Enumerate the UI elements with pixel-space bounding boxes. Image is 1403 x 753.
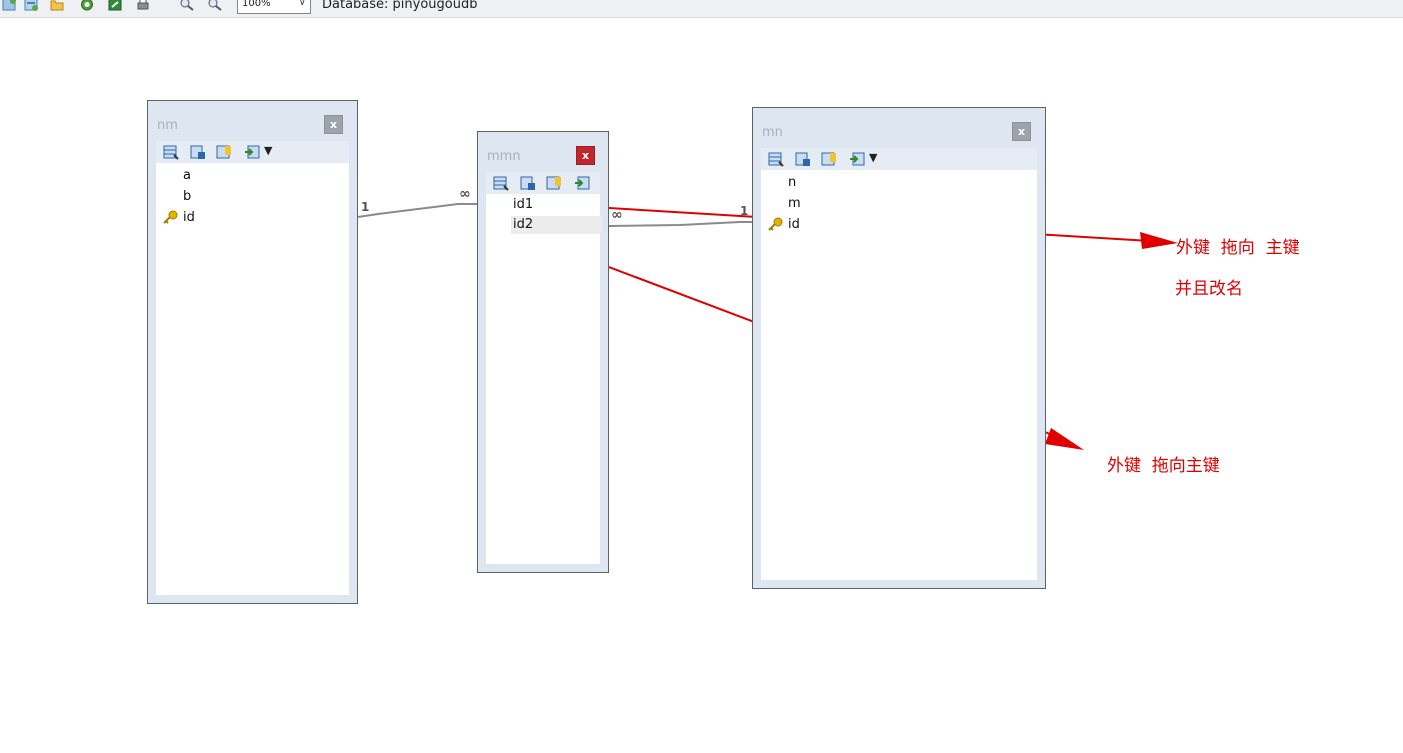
table-toolbar: ▼ <box>761 148 1037 170</box>
close-table-button[interactable]: x <box>1012 122 1031 141</box>
index-icon[interactable] <box>795 152 811 167</box>
annotation-note-2: 外键 拖向主键 <box>1107 456 1220 476</box>
index-icon[interactable] <box>520 176 536 191</box>
annotation-note-1: 外键 拖向 主键 <box>1176 238 1300 258</box>
insert-field-icon[interactable] <box>574 176 590 191</box>
chevron-down-icon[interactable]: ▼ <box>264 144 272 157</box>
insert-field-icon[interactable] <box>849 152 865 167</box>
field-n[interactable]: n <box>788 174 796 192</box>
relation-line-mmn-mn[interactable] <box>608 221 752 227</box>
field-id1[interactable]: id1 <box>513 196 533 214</box>
relation-line-nm-mmn[interactable] <box>357 203 477 218</box>
insert-field-icon[interactable] <box>244 145 260 160</box>
annotation-note-1-line2: 并且改名 <box>1175 279 1243 299</box>
table-toolbar <box>486 172 600 194</box>
edit-table-icon[interactable] <box>163 145 179 160</box>
edit-table-icon[interactable] <box>768 152 784 167</box>
field-a[interactable]: a <box>183 167 191 185</box>
table-title: mmn <box>487 149 521 164</box>
field-list: a b id <box>156 163 349 595</box>
field-id2[interactable]: id2 <box>511 216 602 234</box>
relation-one-label: 1 <box>361 200 370 214</box>
edit-table-icon[interactable] <box>493 176 509 191</box>
field-id[interactable]: id <box>788 216 800 234</box>
relationship-icon[interactable] <box>216 145 232 160</box>
primary-key-icon <box>768 217 783 231</box>
field-list: id1 id2 <box>486 194 602 564</box>
chevron-down-icon[interactable]: ▼ <box>869 151 877 164</box>
field-list: n m id <box>761 170 1037 580</box>
relation-many-label: ∞ <box>459 186 471 202</box>
table-nm[interactable]: nm x ▼ a b id <box>147 100 358 604</box>
annotation-arrowhead-2 <box>1045 428 1084 450</box>
annotation-arrowhead-1 <box>1140 232 1178 249</box>
close-table-button[interactable]: x <box>324 115 343 134</box>
primary-key-icon <box>163 210 178 224</box>
table-toolbar: ▼ <box>156 141 349 163</box>
table-mn[interactable]: mn x ▼ n m id <box>752 107 1046 589</box>
field-b[interactable]: b <box>183 188 191 206</box>
index-icon[interactable] <box>190 145 206 160</box>
relation-many-label: ∞ <box>611 207 623 223</box>
close-table-button[interactable]: x <box>576 146 595 165</box>
field-m[interactable]: m <box>788 195 801 213</box>
relationship-icon[interactable] <box>821 152 837 167</box>
table-mmn[interactable]: mmn x id1 id2 <box>477 131 609 573</box>
field-id[interactable]: id <box>183 209 195 227</box>
table-title: nm <box>157 118 178 133</box>
relation-one-label: 1 <box>740 204 749 218</box>
relationship-icon[interactable] <box>546 176 562 191</box>
table-title: mn <box>762 125 783 140</box>
